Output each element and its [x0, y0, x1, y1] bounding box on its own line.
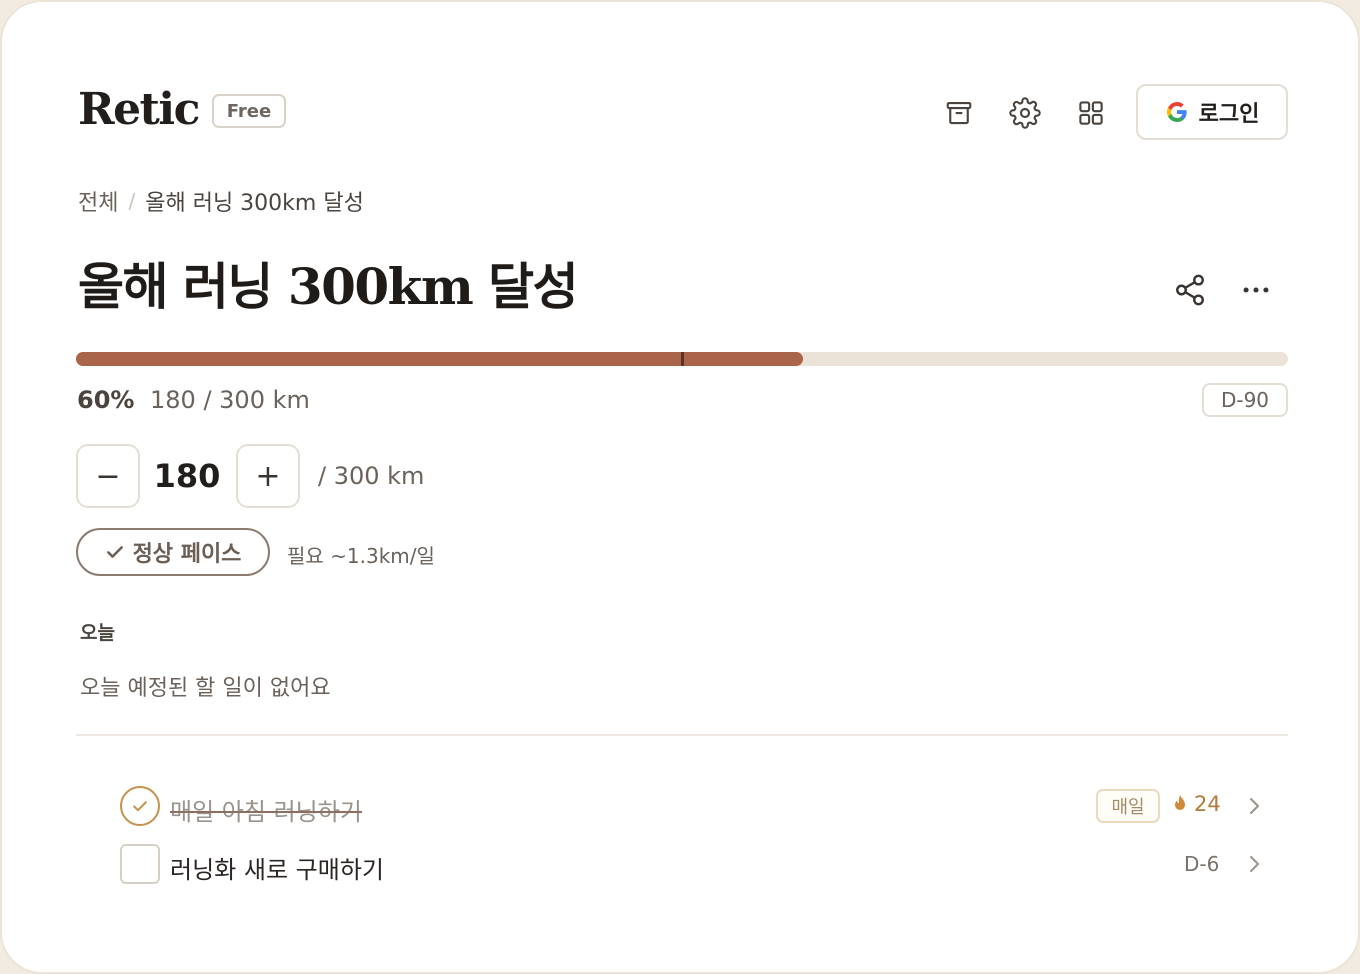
page-title: 올해 러닝 300km 달성 [78, 257, 579, 316]
archive-icon [946, 101, 972, 125]
streak-count: 24 [1194, 792, 1221, 816]
chevron-right-icon [1250, 856, 1259, 872]
pace-label: 정상 페이스 [132, 542, 242, 567]
divider [76, 734, 1288, 736]
check-icon [133, 801, 147, 812]
chevron-right-icon [1250, 798, 1259, 814]
progress-amount: 180 / 300 km [150, 386, 310, 414]
task-item[interactable]: 매일 아침 러닝하기 매일 24 [112, 780, 1272, 832]
progress-pace-marker [681, 352, 684, 366]
today-empty-message: 오늘 예정된 할 일이 없어요 [80, 676, 331, 701]
settings-button[interactable] [1003, 91, 1047, 135]
streak-counter: 24 [1172, 792, 1221, 816]
pace-status-badge: 정상 페이스 [76, 528, 270, 576]
breadcrumb-current: 올해 러닝 300km 달성 [145, 191, 364, 216]
task-label: 매일 아침 러닝하기 [170, 798, 362, 826]
dday-badge: D-90 [1202, 383, 1288, 417]
task-checkbox[interactable] [120, 844, 160, 884]
progress-bar [76, 352, 1288, 366]
task-done-checkbox[interactable] [120, 786, 160, 826]
repeat-badge: 매일 [1096, 789, 1160, 823]
google-icon [1166, 102, 1187, 122]
breadcrumb-separator: / [128, 189, 136, 213]
grid-icon [1079, 101, 1103, 125]
app-logo[interactable]: Retic [78, 84, 200, 136]
more-button[interactable] [1234, 268, 1278, 312]
task-open-button[interactable] [1240, 848, 1268, 880]
login-label: 로그인 [1198, 102, 1260, 127]
stepper-target: / 300 km [318, 462, 425, 490]
progress-percent: 60% [77, 386, 135, 414]
google-login-button[interactable]: 로그인 [1136, 84, 1288, 140]
task-open-button[interactable] [1240, 790, 1268, 822]
plan-badge: Free [212, 94, 286, 128]
task-item[interactable]: 러닝화 새로 구매하기 D-6 [112, 838, 1272, 890]
task-label: 러닝화 새로 구매하기 [170, 856, 384, 884]
more-horizontal-icon [1243, 287, 1269, 293]
apps-button[interactable] [1069, 91, 1113, 135]
share-button[interactable] [1168, 268, 1212, 312]
share-icon [1176, 274, 1204, 306]
breadcrumb-root[interactable]: 전체 [78, 185, 118, 217]
app-window: Retic Free 로그인 전체 / 올해 러닝 300km 달성 올해 러닝… [0, 0, 1360, 974]
progress-fill [76, 352, 804, 366]
decrement-button[interactable]: − [76, 444, 140, 508]
plus-icon: + [255, 458, 281, 494]
flame-icon [1175, 795, 1185, 810]
breadcrumb: 전체 / 올해 러닝 300km 달성 [78, 185, 364, 217]
pace-required: 필요 ~1.3km/일 [287, 544, 435, 568]
today-section-label: 오늘 [80, 622, 115, 644]
gear-icon [1009, 97, 1041, 129]
archive-button[interactable] [937, 91, 981, 135]
increment-button[interactable]: + [236, 444, 300, 508]
progress-value-input[interactable]: 180 [142, 457, 232, 495]
task-dday: D-6 [1184, 852, 1220, 876]
minus-icon: − [95, 458, 121, 494]
check-icon [106, 546, 123, 558]
